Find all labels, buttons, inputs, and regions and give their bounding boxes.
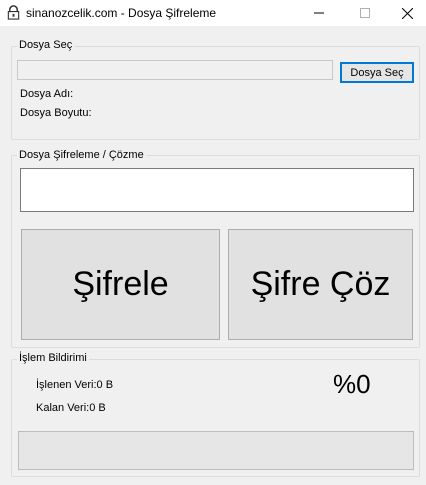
password-input[interactable] bbox=[20, 168, 414, 212]
processed-data-label: İşlenen Veri:0 B bbox=[36, 379, 114, 391]
lock-icon bbox=[7, 5, 20, 20]
maximize-button[interactable] bbox=[342, 0, 388, 26]
title-bar: sinanozcelik.com - Dosya Şifreleme bbox=[0, 0, 426, 26]
progress-percent: %0 bbox=[333, 369, 371, 399]
encrypt-button[interactable]: Şifrele bbox=[21, 229, 220, 340]
encryption-legend: Dosya Şifreleme / Çözme bbox=[17, 149, 146, 161]
window-title: sinanozcelik.com - Dosya Şifreleme bbox=[26, 6, 217, 20]
decrypt-button[interactable]: Şifre Çöz bbox=[228, 229, 413, 340]
file-path-field[interactable] bbox=[17, 60, 333, 80]
close-button[interactable] bbox=[388, 0, 426, 26]
file-size-label: Dosya Boyutu: bbox=[20, 107, 92, 119]
status-legend: İşlem Bildirimi bbox=[17, 352, 89, 364]
remaining-data-label: Kalan Veri:0 B bbox=[36, 402, 106, 414]
file-select-legend: Dosya Seç bbox=[17, 39, 75, 51]
select-file-button[interactable]: Dosya Seç bbox=[340, 62, 414, 83]
minimize-icon bbox=[314, 12, 324, 14]
progress-bar bbox=[18, 431, 414, 470]
minimize-button[interactable] bbox=[296, 0, 342, 26]
close-icon bbox=[401, 7, 413, 19]
maximize-icon bbox=[360, 8, 370, 18]
file-name-label: Dosya Adı: bbox=[20, 88, 74, 100]
